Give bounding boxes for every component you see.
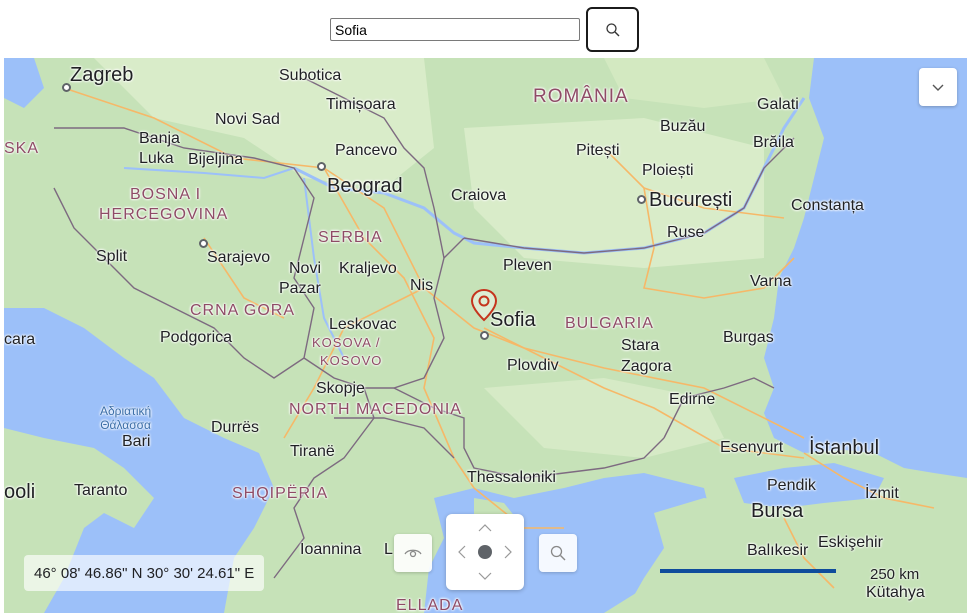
search-input[interactable]	[330, 18, 580, 41]
country-label: SHQIPËRIA	[232, 485, 329, 502]
chevron-up-icon	[478, 524, 492, 532]
map-label: Sarajevo	[207, 249, 271, 266]
map-label: Brăila	[753, 134, 794, 151]
city-dot	[62, 83, 71, 92]
map-label: Stara	[621, 337, 660, 354]
eye-icon	[404, 549, 422, 558]
map-label: ooli	[4, 481, 36, 503]
country-label: HERCEGOVINA	[99, 206, 229, 223]
map-label: Bursa	[751, 500, 804, 522]
view-toggle-button[interactable]	[394, 534, 432, 572]
map-label: Taranto	[74, 482, 128, 499]
map-label: Podgorica	[160, 329, 233, 346]
country-label: BULGARIA	[565, 315, 654, 332]
pan-right-button[interactable]	[498, 542, 518, 562]
search-bar	[0, 0, 972, 58]
map-label: Timișoara	[326, 96, 396, 113]
map-label: Beograd	[327, 175, 403, 197]
map-label: Ruse	[667, 224, 705, 241]
map-label: Bijeljina	[188, 151, 244, 168]
country-label: NORTH MACEDONIA	[289, 401, 462, 418]
zoom-button[interactable]	[539, 534, 577, 572]
scale-label: 250 km	[870, 566, 920, 583]
map-label: București	[649, 189, 733, 211]
map-label: Edirne	[669, 391, 716, 408]
map-label: Kütahya	[866, 584, 925, 601]
map-label: Split	[96, 248, 128, 265]
map-label: Luka	[139, 150, 174, 167]
map-label: Skopje	[316, 380, 365, 397]
map-label: Craiova	[451, 187, 507, 204]
coordinate-text: 46° 08' 46.86" N 30° 30' 24.61" E	[34, 564, 255, 582]
map-view[interactable]: Zagreb Subotica Timișoara ROMÂNIA Galati…	[4, 58, 967, 613]
map-label: Eskişehir	[818, 534, 883, 551]
country-label: KOSOVA /	[312, 335, 381, 350]
map-label: Subotica	[279, 67, 342, 84]
sea-label: Αδριατική Θάλασσα	[100, 404, 152, 433]
map-label: Pendik	[767, 477, 816, 494]
map-label: Banja	[139, 130, 180, 147]
map-label: Zagora	[621, 358, 672, 375]
scale-bar	[660, 569, 836, 573]
map-label: Nis	[410, 277, 434, 294]
map-label: Galati	[757, 96, 799, 113]
map-label: Pazar	[279, 280, 321, 297]
map-label: Pleven	[503, 257, 552, 274]
chevron-left-icon	[458, 545, 466, 559]
chevron-down-icon	[932, 84, 944, 91]
map-label: cara	[4, 331, 36, 348]
chevron-right-icon	[504, 545, 512, 559]
map-label: Leskovac	[329, 316, 397, 333]
location-pin-icon	[470, 288, 498, 322]
pan-down-button[interactable]	[475, 566, 495, 586]
map-label: Plovdiv	[507, 357, 559, 374]
country-label: BOSNA I	[130, 186, 202, 203]
map-label: Thessaloniki	[467, 469, 556, 486]
chevron-down-icon	[478, 572, 492, 580]
map-label: L	[384, 541, 393, 558]
city-dot	[480, 331, 489, 340]
map-label: Kraljevo	[339, 260, 397, 277]
country-label: CRNA GORA	[190, 302, 296, 319]
country-label: ELLADA	[396, 597, 464, 614]
country-label: ROMÂNIA	[533, 86, 629, 107]
map-label: Balıkesir	[747, 542, 809, 559]
coordinate-readout: 46° 08' 46.86" N 30° 30' 24.61" E	[24, 555, 265, 591]
map-label: Esenyurt	[720, 439, 784, 456]
map-label: Burgas	[723, 329, 774, 346]
country-label: KOSOVO	[320, 353, 383, 368]
collapse-button[interactable]	[919, 68, 957, 106]
map-label: Pancevo	[335, 142, 398, 159]
map-label: Novi Sad	[215, 111, 280, 128]
pan-center-dot[interactable]	[478, 545, 492, 559]
map-label: Ioannina	[300, 541, 362, 558]
map-label: Pitești	[576, 142, 620, 159]
city-dot	[637, 195, 646, 204]
map-label: Durrës	[211, 419, 260, 436]
map-label: Tiranë	[290, 443, 335, 460]
pan-control[interactable]	[446, 514, 524, 590]
pan-up-button[interactable]	[475, 518, 495, 538]
map-label: Novi	[289, 260, 322, 277]
map-label: Zagreb	[70, 64, 134, 86]
map-label: İzmit	[865, 485, 899, 502]
country-label: SERBIA	[318, 229, 383, 246]
city-dot	[199, 239, 208, 248]
map-label: Bari	[122, 433, 151, 450]
pan-left-button[interactable]	[452, 542, 472, 562]
map-label: Ploiești	[642, 162, 694, 179]
search-icon	[550, 545, 566, 561]
map-label: İstanbul	[809, 437, 880, 459]
search-icon	[605, 22, 619, 36]
search-button[interactable]	[586, 7, 639, 52]
country-label: SKA	[4, 140, 40, 157]
map-label: Varna	[750, 273, 792, 290]
map-label: Constanța	[791, 197, 864, 214]
map-label: Buzău	[660, 118, 706, 135]
city-dot	[317, 162, 326, 171]
